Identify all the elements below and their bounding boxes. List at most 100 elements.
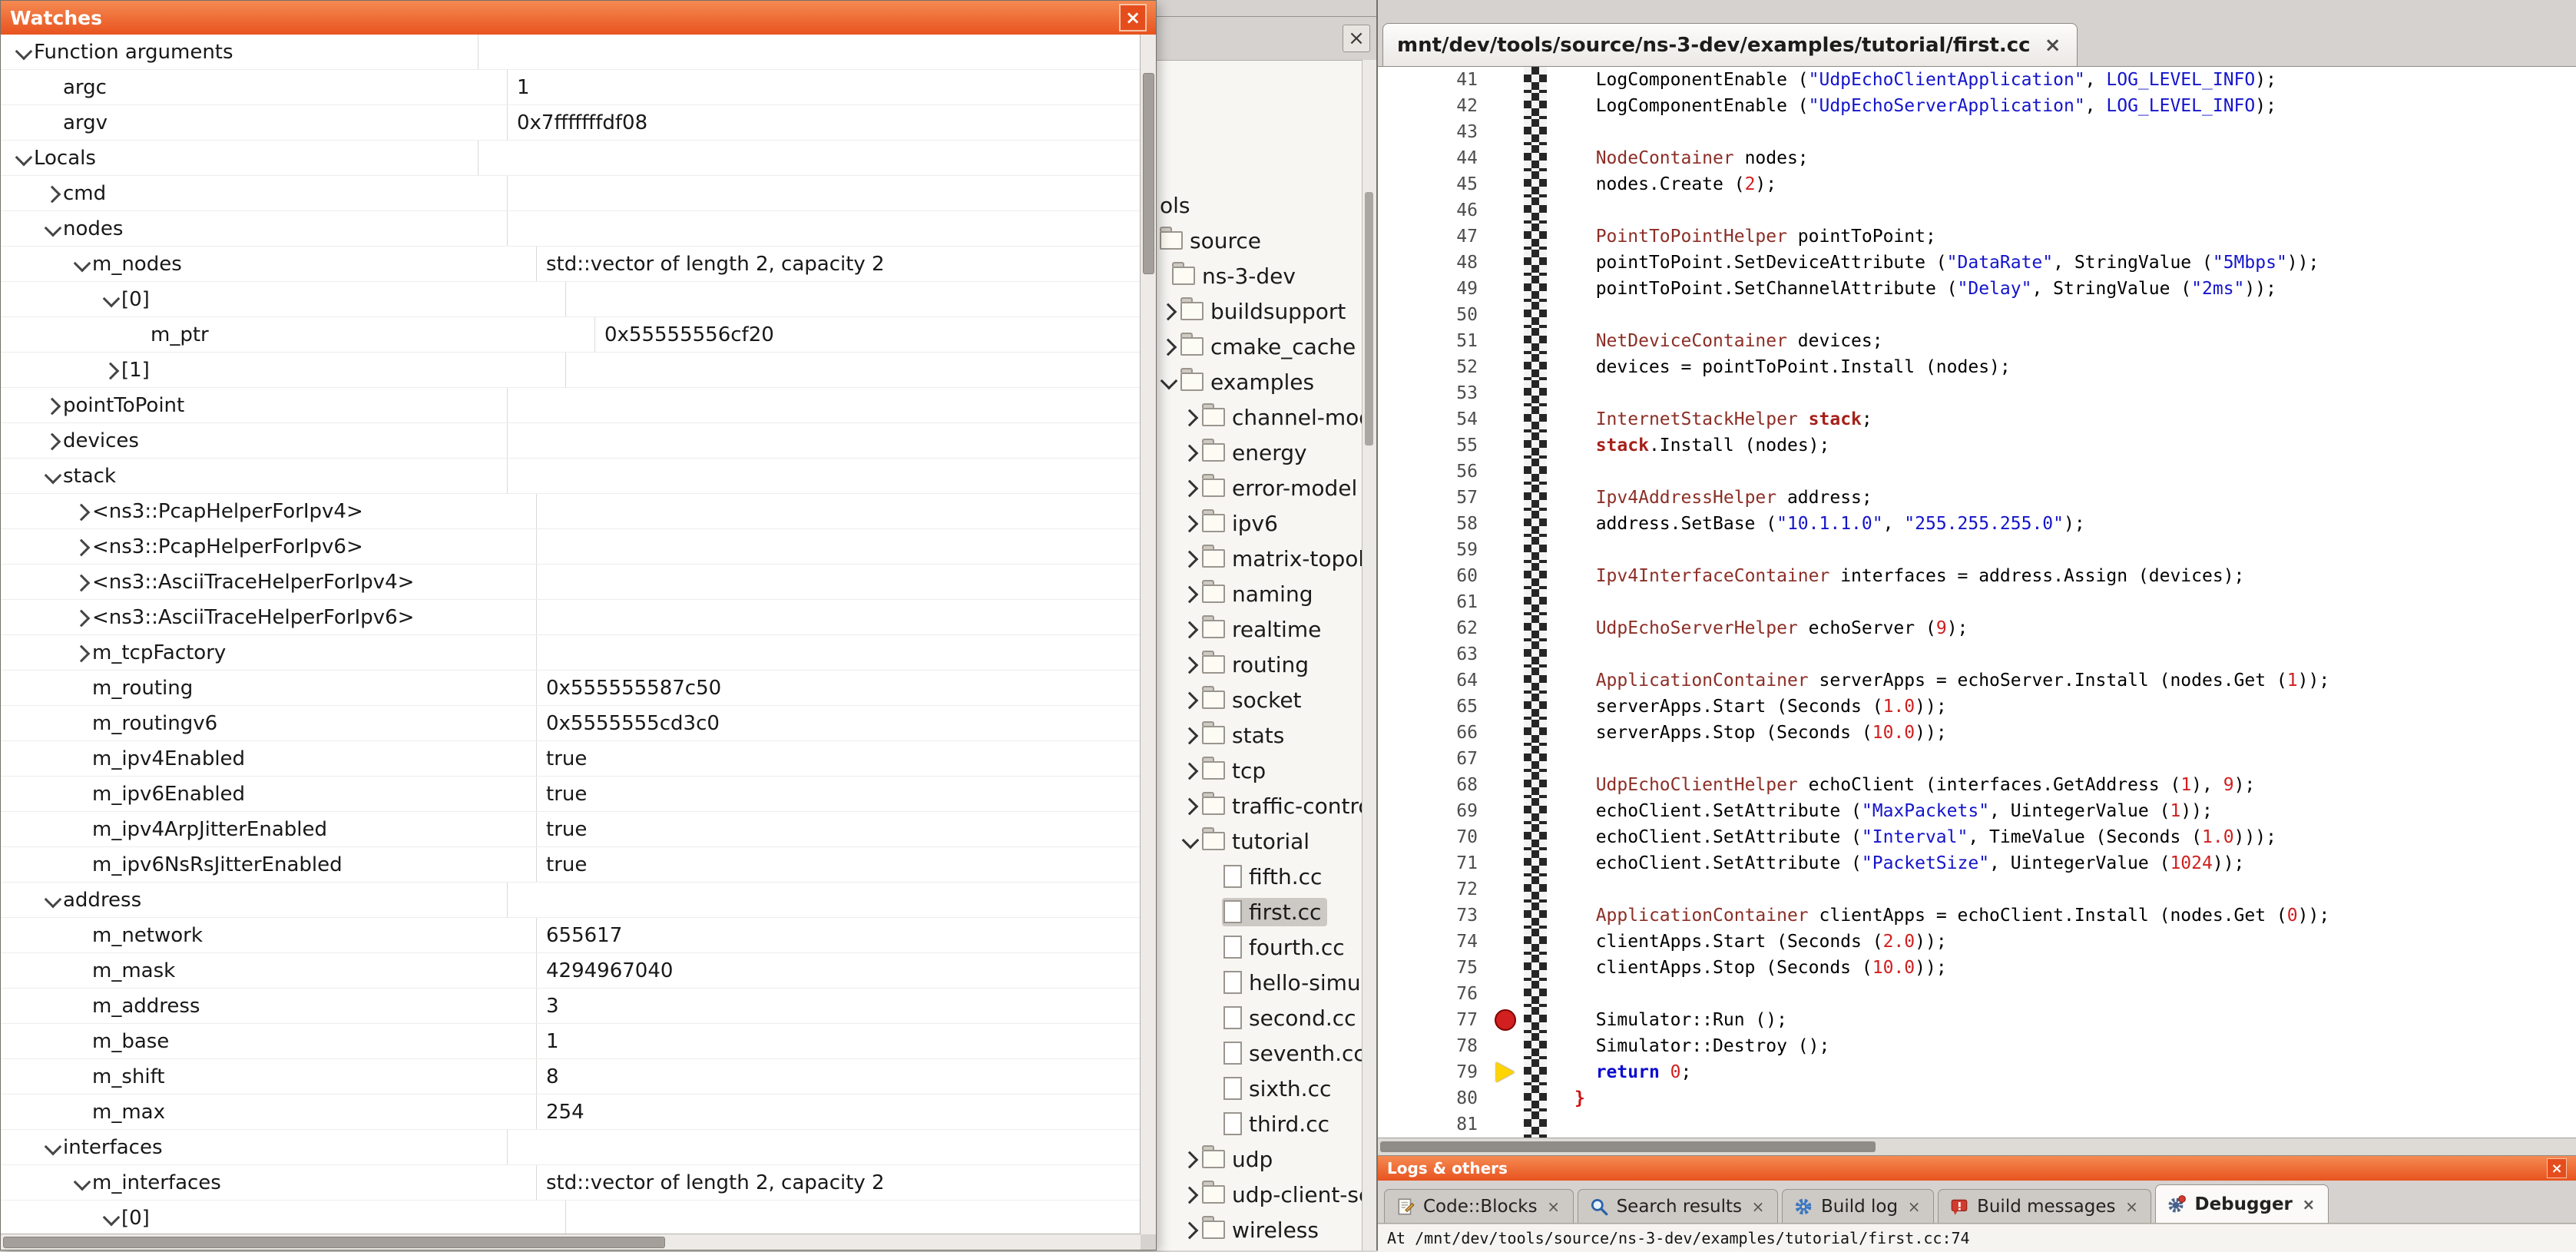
expander-right-icon[interactable] (43, 184, 63, 204)
tree-item-label-wrap[interactable]: channel-mod (1200, 403, 1362, 432)
code-line[interactable]: 66 serverApps.Stop (Seconds (10.0)); (1378, 720, 2576, 746)
watch-row[interactable]: <ns3::AsciiTraceHelperForIpv6> (1, 600, 1141, 635)
tree-item-label-wrap[interactable]: naming (1200, 580, 1319, 608)
breakpoint-margin[interactable] (1490, 302, 1524, 328)
fold-margin[interactable] (1524, 772, 1547, 798)
tree-item[interactable]: source (1157, 223, 1362, 258)
tree-item[interactable]: ipv6 (1157, 505, 1362, 541)
expander-down-icon[interactable] (43, 1138, 63, 1158)
breakpoint-margin[interactable] (1490, 850, 1524, 876)
tree-item-label-wrap[interactable]: stats (1200, 721, 1290, 750)
breakpoint-margin[interactable] (1490, 1085, 1524, 1111)
tree-item-label-wrap[interactable]: source (1158, 227, 1267, 255)
expander-right-icon[interactable] (1180, 796, 1200, 816)
fold-margin[interactable] (1524, 694, 1547, 720)
watch-row[interactable]: pointToPoint (1, 388, 1141, 423)
code-line[interactable]: 63 (1378, 641, 2576, 667)
logs-tab-build-log[interactable]: Build log (1782, 1189, 1934, 1223)
expander-down-icon[interactable] (14, 148, 34, 168)
expander-right-icon[interactable] (1180, 690, 1200, 710)
code-line[interactable]: 41 LogComponentEnable ("UdpEchoClientApp… (1378, 67, 2576, 93)
fold-margin[interactable] (1524, 1007, 1547, 1033)
tree-item[interactable]: socket (1157, 682, 1362, 717)
watch-row[interactable]: m_ipv4Enabledtrue (1, 741, 1141, 777)
code-line[interactable]: 53 (1378, 380, 2576, 406)
watch-row[interactable]: nodes (1, 211, 1141, 247)
tree-item-label-wrap[interactable]: fifth.cc (1222, 863, 1328, 891)
expander-down-icon[interactable] (43, 466, 63, 486)
code-line[interactable]: 51 NetDeviceContainer devices; (1378, 328, 2576, 354)
breakpoint-margin[interactable] (1490, 903, 1524, 929)
breakpoint-margin[interactable] (1490, 459, 1524, 485)
watch-row[interactable]: <ns3::AsciiTraceHelperForIpv4> (1, 565, 1141, 600)
tree-item[interactable]: channel-mod (1157, 399, 1362, 435)
tree-item[interactable]: buildsupport (1157, 293, 1362, 329)
code-line[interactable]: 67 (1378, 746, 2576, 772)
breakpoint-margin[interactable] (1490, 1059, 1524, 1085)
fold-margin[interactable] (1524, 615, 1547, 641)
code-line[interactable]: 68 UdpEchoClientHelper echoClient (inter… (1378, 772, 2576, 798)
tree-item[interactable]: seventh.cc (1157, 1035, 1362, 1071)
code-line[interactable]: 56 (1378, 459, 2576, 485)
watch-row[interactable]: m_base1 (1, 1024, 1141, 1059)
breakpoint-margin[interactable] (1490, 485, 1524, 511)
fold-margin[interactable] (1524, 1111, 1547, 1138)
breakpoint-margin[interactable] (1490, 354, 1524, 380)
editor-horizontal-scrollbar[interactable] (1378, 1138, 2576, 1155)
breakpoint-margin[interactable] (1490, 67, 1524, 93)
code-line[interactable]: 54 InternetStackHelper stack; (1378, 406, 2576, 432)
tree-vertical-scrollbar[interactable] (1362, 60, 1376, 1250)
expander-right-icon[interactable] (1180, 478, 1200, 498)
watch-row[interactable]: argv0x7fffffffdf08 (1, 105, 1141, 141)
breakpoint-margin[interactable] (1490, 667, 1524, 694)
watch-row[interactable]: m_network655617 (1, 918, 1141, 953)
expander-right-icon[interactable] (1180, 654, 1200, 674)
breakpoint-icon[interactable] (1495, 1009, 1516, 1031)
expander-right-icon[interactable] (72, 572, 92, 592)
watch-row[interactable]: m_tcpFactory (1, 635, 1141, 671)
watch-row[interactable]: [0] (1, 282, 1141, 317)
tree-item-label-wrap[interactable]: udp (1200, 1145, 1279, 1174)
watch-row[interactable]: m_ipv6NsRsJitterEnabledtrue (1, 847, 1141, 883)
expander-right-icon[interactable] (1180, 619, 1200, 639)
expander-down-icon[interactable] (72, 1173, 92, 1193)
code-line[interactable]: 46 (1378, 197, 2576, 224)
tab-close-icon[interactable] (1906, 1198, 1922, 1215)
watch-row[interactable]: m_ipv4ArpJitterEnabledtrue (1, 812, 1141, 847)
scrollbar-handle[interactable] (1365, 192, 1373, 445)
watch-row[interactable]: Function arguments (1, 35, 1141, 70)
code-line[interactable]: 70 echoClient.SetAttribute ("Interval", … (1378, 824, 2576, 850)
breakpoint-margin[interactable] (1490, 511, 1524, 537)
tree-item[interactable]: first.cc (1157, 894, 1362, 929)
fold-margin[interactable] (1524, 746, 1547, 772)
tree-item-label-wrap[interactable]: hello-simul (1222, 969, 1362, 997)
fold-margin[interactable] (1524, 459, 1547, 485)
breakpoint-margin[interactable] (1490, 171, 1524, 197)
tree-item-label-wrap[interactable]: ns-3-dev (1170, 262, 1302, 290)
watch-row[interactable]: interfaces (1, 1130, 1141, 1165)
breakpoint-margin[interactable] (1490, 145, 1524, 171)
breakpoint-margin[interactable] (1490, 197, 1524, 224)
fold-margin[interactable] (1524, 850, 1547, 876)
watch-row[interactable]: m_routing0x555555587c50 (1, 671, 1141, 706)
fold-margin[interactable] (1524, 929, 1547, 955)
expander-down-icon[interactable] (1180, 831, 1200, 851)
fold-margin[interactable] (1524, 798, 1547, 824)
scrollbar-handle[interactable] (1380, 1141, 1876, 1152)
code-line[interactable]: 47 PointToPointHelper pointToPoint; (1378, 224, 2576, 250)
tree-item-label-wrap[interactable]: second.cc (1222, 1004, 1362, 1032)
tree-item[interactable]: tcp (1157, 753, 1362, 788)
tree-item-label-wrap[interactable]: tcp (1200, 757, 1272, 785)
expander-right-icon[interactable] (72, 537, 92, 557)
fold-margin[interactable] (1524, 1059, 1547, 1085)
watch-row[interactable]: Locals (1, 141, 1141, 176)
fold-margin[interactable] (1524, 250, 1547, 276)
tree-item-label-wrap[interactable]: socket (1200, 686, 1308, 714)
watch-row[interactable]: m_routingv60x5555555cd3c0 (1, 706, 1141, 741)
tree-item[interactable]: error-model (1157, 470, 1362, 505)
fold-margin[interactable] (1524, 537, 1547, 563)
breakpoint-margin[interactable] (1490, 824, 1524, 850)
breakpoint-margin[interactable] (1490, 694, 1524, 720)
fold-margin[interactable] (1524, 563, 1547, 589)
fold-margin[interactable] (1524, 197, 1547, 224)
